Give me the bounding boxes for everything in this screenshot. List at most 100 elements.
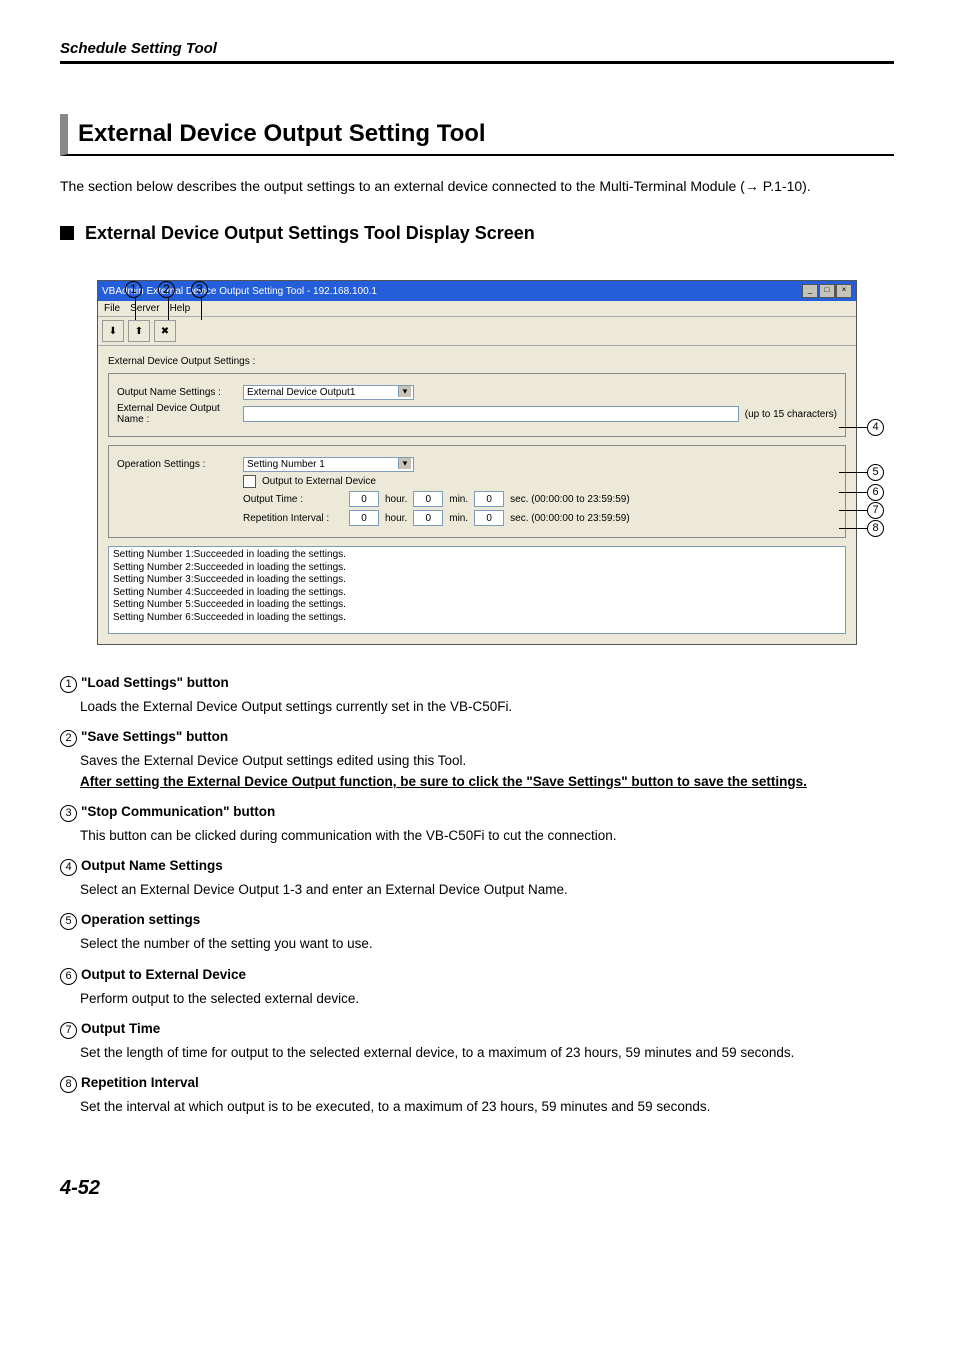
output-time-hour-spin[interactable]: 0 xyxy=(349,491,379,507)
subsection-title-text: External Device Output Settings Tool Dis… xyxy=(85,223,535,243)
settings-group-label: External Device Output Settings : xyxy=(108,356,846,367)
screenshot-figure: 1 2 3 4 5 6 7 8 VBAdmin External Device … xyxy=(97,280,857,645)
def-title: Repetition Interval xyxy=(81,1075,199,1090)
callout-3: 3 xyxy=(191,280,212,320)
output-to-device-label: Output to External Device xyxy=(262,476,376,487)
window-buttons: _ □ × xyxy=(802,284,852,298)
log-line: Setting Number 1:Succeeded in loading th… xyxy=(113,549,841,562)
operation-group: Operation Settings : Setting Number 1 Ou… xyxy=(108,445,846,538)
callout-number: 2 xyxy=(158,281,175,298)
square-bullet-icon xyxy=(60,226,74,240)
def-item-1: 1 "Load Settings" button Loads the Extern… xyxy=(60,675,894,717)
operation-combo[interactable]: Setting Number 1 xyxy=(243,457,414,472)
repetition-min-spin[interactable]: 0 xyxy=(413,510,443,526)
def-number: 1 xyxy=(60,676,77,693)
min-label: min. xyxy=(449,494,468,505)
def-body: Set the length of time for output to the… xyxy=(60,1043,894,1063)
toolbar: ⬇ ⬆ ✖ xyxy=(98,317,856,346)
log-line: Setting Number 6:Succeeded in loading th… xyxy=(113,612,841,625)
def-number: 6 xyxy=(60,968,77,985)
minimize-button[interactable]: _ xyxy=(802,284,818,298)
log-line: Setting Number 5:Succeeded in loading th… xyxy=(113,599,841,612)
repetition-label: Repetition Interval : xyxy=(243,513,343,524)
output-name-group: Output Name Settings : External Device O… xyxy=(108,373,846,437)
save-settings-button[interactable]: ⬆ xyxy=(128,320,150,342)
def-title: "Save Settings" button xyxy=(81,729,228,744)
output-name-combo[interactable]: External Device Output1 xyxy=(243,385,414,400)
callout-number: 8 xyxy=(867,520,884,537)
callout-2: 2 xyxy=(158,280,179,320)
output-name-settings-label: Output Name Settings : xyxy=(117,387,237,398)
sec-range-label: sec. (00:00:00 to 23:59:59) xyxy=(510,494,630,505)
def-body: Select an External Device Output 1-3 and… xyxy=(60,880,894,900)
def-item-5: 5Operation settings Select the number of… xyxy=(60,912,894,954)
def-emphasis: After setting the External Device Output… xyxy=(80,774,807,789)
def-item-7: 7Output Time Set the length of time for … xyxy=(60,1021,894,1063)
section-title: External Device Output Setting Tool xyxy=(60,114,894,156)
def-number: 4 xyxy=(60,859,77,876)
def-item-3: 3 "Stop Communication" button This button… xyxy=(60,804,894,846)
def-title: "Stop Communication" button xyxy=(81,804,275,819)
sec-range-label: sec. (00:00:00 to 23:59:59) xyxy=(510,513,630,524)
operation-settings-label: Operation Settings : xyxy=(117,459,237,470)
close-button[interactable]: × xyxy=(836,284,852,298)
def-body: Saves the External Device Output setting… xyxy=(60,751,894,792)
output-name-hint: (up to 15 characters) xyxy=(745,409,837,420)
repetition-hour-spin[interactable]: 0 xyxy=(349,510,379,526)
callout-number: 3 xyxy=(191,281,208,298)
callout-number: 1 xyxy=(125,281,142,298)
callout-8: 8 xyxy=(839,520,888,537)
hour-label: hour. xyxy=(385,513,407,524)
def-number: 8 xyxy=(60,1076,77,1093)
page-number: 4-52 xyxy=(60,1177,894,1200)
def-title: Output to External Device xyxy=(81,967,246,982)
def-item-8: 8 Repetition Interval Set the interval at… xyxy=(60,1075,894,1117)
def-title: "Load Settings" button xyxy=(81,675,229,690)
page-header: Schedule Setting Tool xyxy=(60,40,894,64)
def-item-6: 6 Output to External Device Perform outpu… xyxy=(60,967,894,1009)
output-time-min-spin[interactable]: 0 xyxy=(413,491,443,507)
def-body: This button can be clicked during commun… xyxy=(60,826,894,846)
def-body-text: Saves the External Device Output setting… xyxy=(80,753,466,768)
output-name-input[interactable] xyxy=(243,406,739,422)
intro-paragraph: The section below describes the output s… xyxy=(60,174,894,199)
callout-number: 6 xyxy=(867,484,884,501)
def-item-4: 4 Output Name Settings Select an External… xyxy=(60,858,894,900)
def-number: 2 xyxy=(60,730,77,747)
subsection-title: External Device Output Settings Tool Dis… xyxy=(60,223,894,244)
def-number: 5 xyxy=(60,913,77,930)
log-line: Setting Number 4:Succeeded in loading th… xyxy=(113,587,841,600)
callout-6: 6 xyxy=(839,484,888,501)
def-body: Perform output to the selected external … xyxy=(60,989,894,1009)
log-output: Setting Number 1:Succeeded in loading th… xyxy=(108,546,846,634)
repetition-sec-spin[interactable]: 0 xyxy=(474,510,504,526)
callout-1: 1 xyxy=(125,280,146,320)
def-item-2: 2 "Save Settings" button Saves the Extern… xyxy=(60,729,894,792)
log-line: Setting Number 2:Succeeded in loading th… xyxy=(113,562,841,575)
maximize-button[interactable]: □ xyxy=(819,284,835,298)
load-settings-button[interactable]: ⬇ xyxy=(102,320,124,342)
output-name-field-label: External Device Output Name : xyxy=(117,403,237,425)
app-window: VBAdmin External Device Output Setting T… xyxy=(97,280,857,645)
callout-5: 5 xyxy=(839,464,888,481)
output-time-sec-spin[interactable]: 0 xyxy=(474,491,504,507)
menu-file[interactable]: File xyxy=(104,303,120,314)
def-number: 3 xyxy=(60,805,77,822)
callout-number: 4 xyxy=(867,419,884,436)
callout-4: 4 xyxy=(839,419,888,436)
stop-communication-button[interactable]: ✖ xyxy=(154,320,176,342)
callout-number: 5 xyxy=(867,464,884,481)
hour-label: hour. xyxy=(385,494,407,505)
def-body: Select the number of the setting you wan… xyxy=(60,934,894,954)
definitions-list: 1 "Load Settings" button Loads the Extern… xyxy=(60,675,894,1117)
client-area: External Device Output Settings : Output… xyxy=(98,346,856,644)
min-label: min. xyxy=(449,513,468,524)
output-time-label: Output Time : xyxy=(243,494,343,505)
output-to-device-checkbox[interactable] xyxy=(243,475,256,488)
callout-7: 7 xyxy=(839,502,888,519)
callout-number: 7 xyxy=(867,502,884,519)
def-title: Output Name Settings xyxy=(81,858,223,873)
def-body: Loads the External Device Output setting… xyxy=(60,697,894,717)
def-number: 7 xyxy=(60,1022,77,1039)
def-body: Set the interval at which output is to b… xyxy=(60,1097,894,1117)
